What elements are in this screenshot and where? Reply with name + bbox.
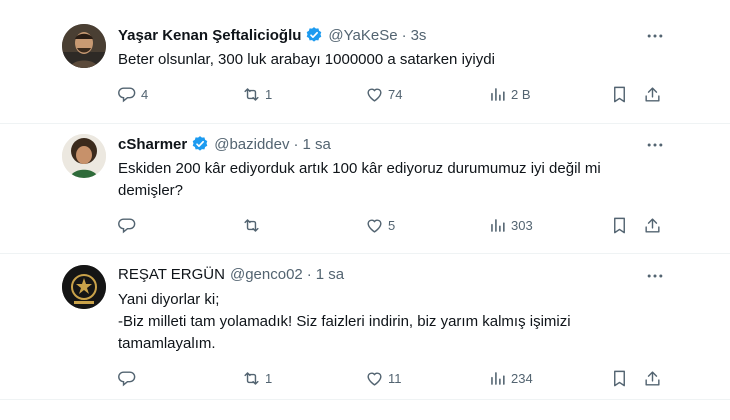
timestamp[interactable]: 3s <box>411 27 427 44</box>
timestamp[interactable]: 1 sa <box>316 266 344 283</box>
more-icon[interactable] <box>645 266 665 286</box>
share-icon <box>643 216 662 235</box>
like-button[interactable]: 11 <box>365 367 402 389</box>
reply-icon <box>118 216 137 235</box>
retweet-icon <box>242 216 261 235</box>
views-count: 234 <box>511 370 533 386</box>
share-button[interactable] <box>643 367 662 389</box>
separator-dot: · <box>401 26 407 44</box>
bookmark-icon <box>610 85 629 104</box>
retweet-button[interactable]: 1 <box>242 83 272 105</box>
reply-icon <box>118 85 137 104</box>
views-button[interactable]: 2 B <box>488 83 531 105</box>
like-icon <box>365 85 384 104</box>
bookmark-button[interactable] <box>610 367 629 389</box>
action-bar: 4 1 74 2 B <box>110 83 670 105</box>
views-count: 2 B <box>511 86 531 102</box>
share-button[interactable] <box>643 214 662 236</box>
reply-count: 4 <box>141 86 149 102</box>
like-count: 5 <box>388 217 396 233</box>
retweet-count: 1 <box>265 370 273 386</box>
handle[interactable]: @YaKeSe <box>328 27 397 44</box>
tweet-text: Yani diyorlar ki; -Biz milleti tam yolam… <box>118 291 571 352</box>
handle[interactable]: @genco02 <box>230 266 303 283</box>
like-button[interactable]: 5 <box>365 214 395 236</box>
retweet-icon <box>242 369 261 388</box>
timestamp[interactable]: 1 sa <box>303 136 331 153</box>
like-icon <box>365 369 384 388</box>
retweet-icon <box>242 85 261 104</box>
reply-button[interactable] <box>118 214 141 236</box>
tweet-text: Eskiden 200 kâr ediyorduk artık 100 kâr … <box>118 160 601 199</box>
like-count: 11 <box>388 370 402 386</box>
like-button[interactable]: 74 <box>365 83 402 105</box>
like-count: 74 <box>388 86 403 102</box>
bookmark-button[interactable] <box>610 83 629 105</box>
more-icon[interactable] <box>645 26 665 46</box>
views-icon <box>488 85 507 104</box>
avatar[interactable] <box>62 265 106 309</box>
action-bar: 1 11 234 <box>110 367 670 389</box>
separator-dot: · <box>306 266 312 283</box>
tweet-header: Yaşar Kenan Şeftalicioğlu @YaKeSe · 3s <box>118 26 426 44</box>
action-bar: 5 303 <box>110 214 670 236</box>
share-button[interactable] <box>643 83 662 105</box>
retweet-count: 1 <box>265 86 273 102</box>
tweet-2[interactable]: cSharmer @baziddev · 1 sa Eskiden 200 kâ… <box>0 124 730 254</box>
separator-dot: · <box>293 135 299 153</box>
avatar[interactable] <box>62 134 106 178</box>
share-icon <box>643 85 662 104</box>
tweet-header: cSharmer @baziddev · 1 sa <box>118 135 331 153</box>
more-icon[interactable] <box>645 135 665 155</box>
reply-button[interactable]: 4 <box>118 83 148 105</box>
verified-badge-icon <box>305 26 323 44</box>
retweet-button[interactable] <box>242 214 265 236</box>
reply-button[interactable] <box>118 367 141 389</box>
share-icon <box>643 369 662 388</box>
tweet-text: Beter olsunlar, 300 luk arabayı 1000000 … <box>118 51 495 68</box>
views-icon <box>488 369 507 388</box>
tweet-header: REŞAT ERGÜN @genco02 · 1 sa <box>118 266 344 283</box>
avatar[interactable] <box>62 24 106 68</box>
display-name[interactable]: Yaşar Kenan Şeftalicioğlu <box>118 27 301 44</box>
bookmark-button[interactable] <box>610 214 629 236</box>
bookmark-icon <box>610 369 629 388</box>
bookmark-icon <box>610 216 629 235</box>
views-button[interactable]: 234 <box>488 367 533 389</box>
verified-badge-icon <box>191 135 209 153</box>
display-name[interactable]: REŞAT ERGÜN <box>118 266 225 283</box>
views-button[interactable]: 303 <box>488 214 533 236</box>
display-name[interactable]: cSharmer <box>118 136 187 153</box>
views-count: 303 <box>511 217 533 233</box>
views-icon <box>488 216 507 235</box>
reply-icon <box>118 369 137 388</box>
handle[interactable]: @baziddev <box>214 136 289 153</box>
like-icon <box>365 216 384 235</box>
retweet-button[interactable]: 1 <box>242 367 272 389</box>
tweet-1[interactable]: Yaşar Kenan Şeftalicioğlu @YaKeSe · 3s B… <box>0 0 730 124</box>
tweet-3[interactable]: REŞAT ERGÜN @genco02 · 1 sa Yani diyorla… <box>0 254 730 400</box>
